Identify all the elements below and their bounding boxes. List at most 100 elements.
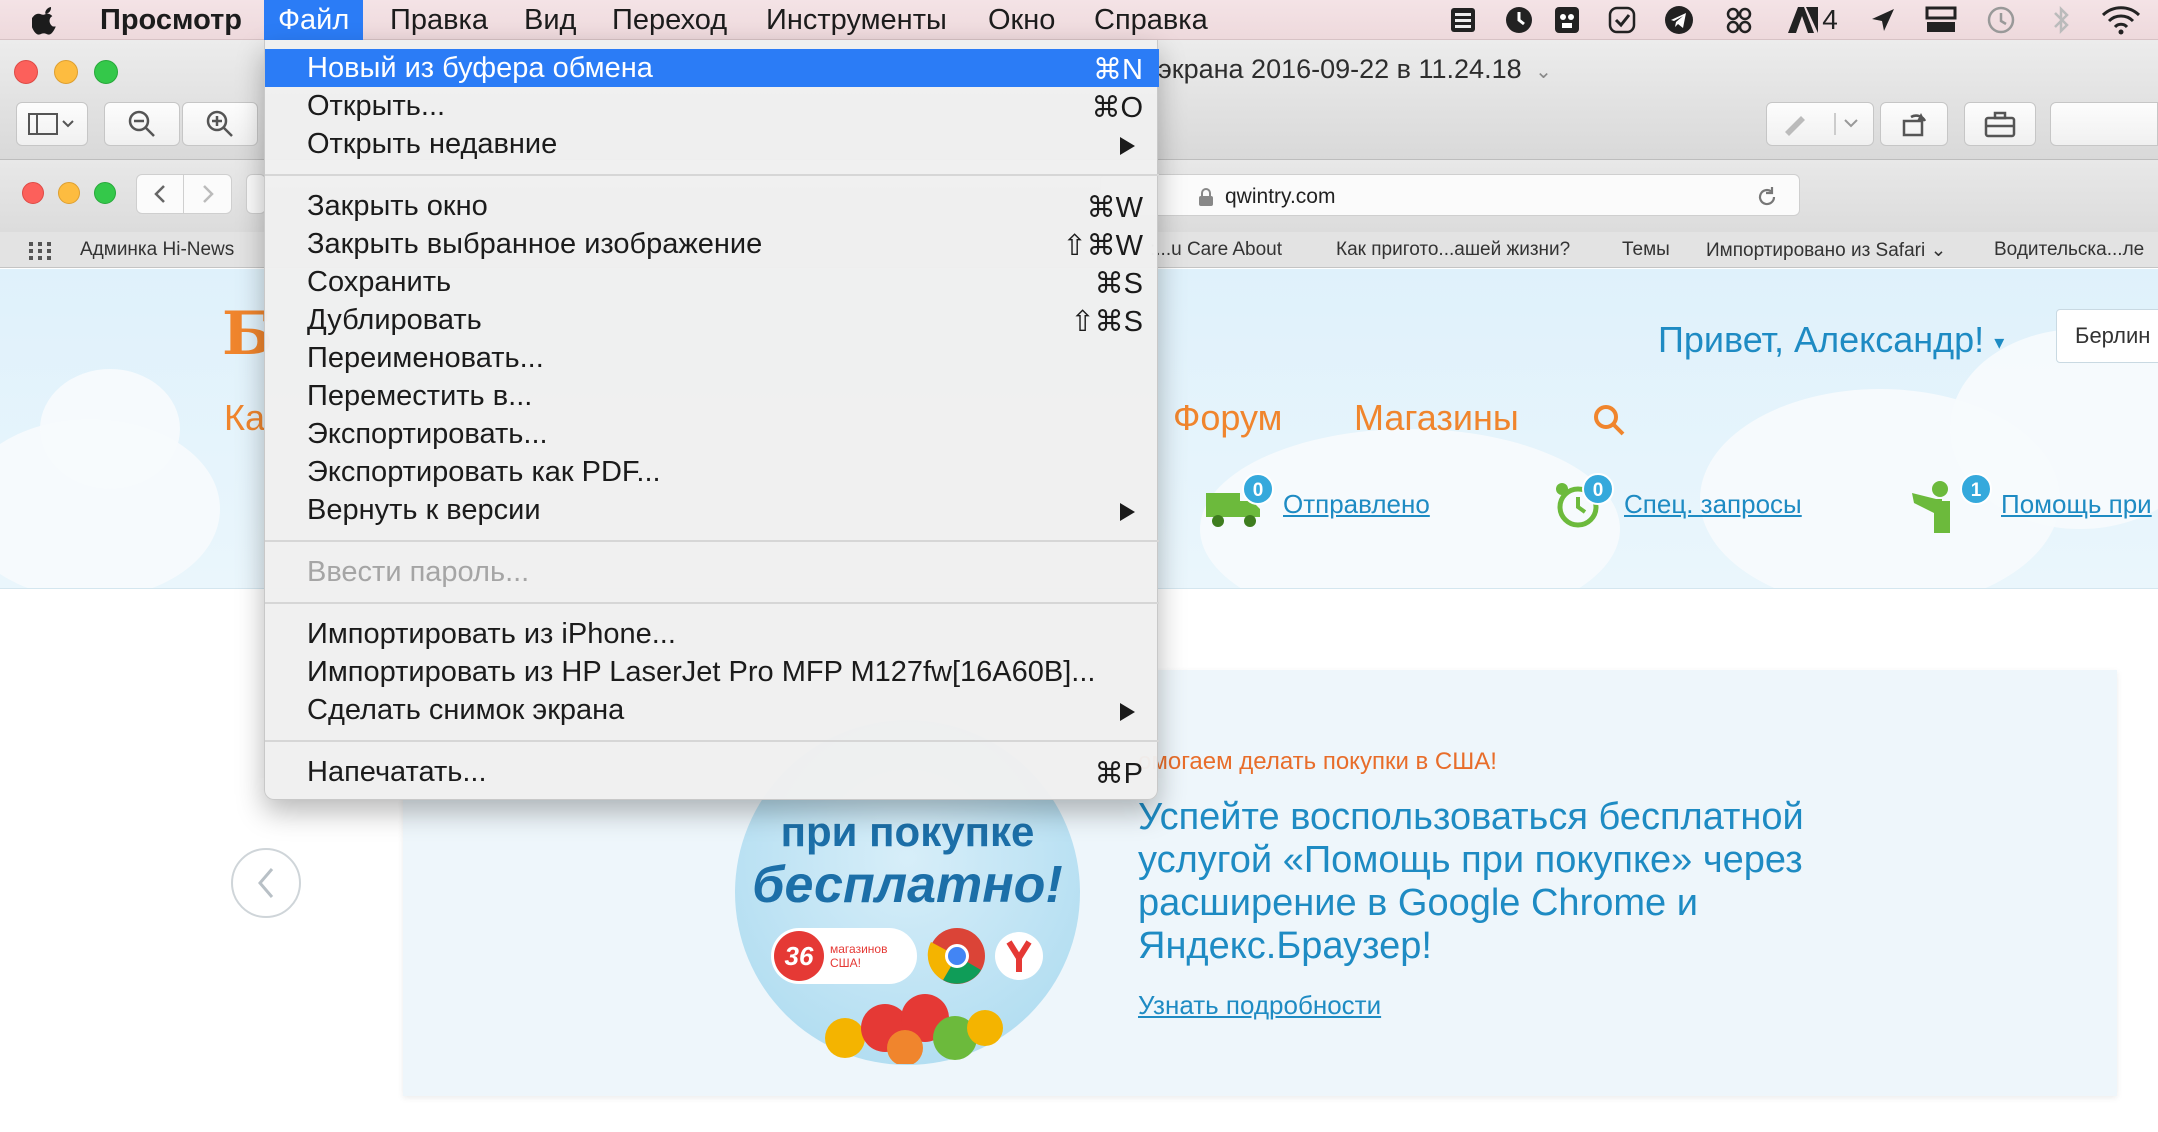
chevron-down-icon: ⌄ [1930, 240, 1947, 261]
yandex-logo-icon [995, 932, 1043, 980]
bookmark-item[interactable]: Как пригото...ашей жизни? [1336, 239, 1570, 261]
help-link[interactable]: Помощь при [2001, 489, 2152, 520]
search-field[interactable] [2050, 102, 2158, 146]
carousel-prev-button[interactable] [231, 848, 301, 918]
menu-item-save[interactable]: Сохранить ⌘S [265, 263, 1159, 301]
time-machine-icon[interactable] [1982, 4, 2020, 36]
nav-shops[interactable]: Магазины [1354, 397, 1519, 439]
menu-edit[interactable]: Правка [376, 0, 502, 40]
zoom-out-button[interactable] [104, 102, 180, 146]
location-arrow-icon[interactable] [1866, 4, 1900, 36]
markup-button[interactable] [1766, 102, 1874, 146]
close-button[interactable] [14, 60, 38, 84]
menu-file[interactable]: Файл [264, 0, 364, 40]
menu-separator [265, 740, 1159, 742]
books-icon[interactable] [1446, 4, 1480, 36]
back-button[interactable] [137, 175, 185, 213]
nav-forum[interactable]: Форум [1173, 397, 1282, 439]
city-selector[interactable]: Берлин [2056, 309, 2158, 363]
adobe-count: 4 [1822, 4, 1838, 35]
sent-link[interactable]: Отправлено [1283, 489, 1430, 520]
safari-zoom-button[interactable] [94, 182, 116, 204]
promo-text: Успейте воспользоваться бесплатной услуг… [1138, 796, 1804, 967]
apple-menu-icon[interactable] [18, 0, 74, 40]
menu-item-import-iphone[interactable]: Импортировать из iPhone... [265, 615, 1159, 653]
address-bar[interactable]: qwintry.com [1100, 174, 1800, 216]
promo-kicker: омогаем делать покупки в США! [1138, 748, 1497, 775]
menu-item-import-scanner[interactable]: Импортировать из HP LaserJet Pro MFP M12… [265, 653, 1159, 691]
menu-item-open[interactable]: Открыть... ⌘O [265, 87, 1159, 125]
bluetooth-icon[interactable] [2046, 4, 2076, 36]
lock-icon [1199, 188, 1213, 206]
helper-person-icon [1912, 481, 1950, 533]
learn-more-link[interactable]: Узнать подробности [1138, 990, 1381, 1021]
menu-item-duplicate[interactable]: Дублировать ⇧⌘S [265, 301, 1159, 339]
promo-image-line1: при покупке [780, 808, 1035, 855]
sidebar-toggle-button[interactable] [16, 102, 88, 146]
menu-bar: Просмотр Файл Правка Вид Переход Инструм… [0, 0, 2158, 40]
time-icon[interactable] [1502, 4, 1536, 36]
window-title: экрана 2016-09-22 в 11.24.18 ⌄ [1158, 54, 1552, 84]
toolbox-button[interactable] [1964, 102, 2036, 146]
submenu-arrow-icon [1120, 503, 1135, 521]
bear-icon[interactable] [1550, 4, 1584, 36]
menu-app-name[interactable]: Просмотр [86, 0, 256, 40]
check-circle-icon[interactable] [1605, 4, 1639, 36]
submenu-arrow-icon [1120, 703, 1135, 721]
sent-count-badge: 0 [1242, 473, 1274, 505]
minimize-button[interactable] [54, 60, 78, 84]
menu-help[interactable]: Справка [1080, 0, 1222, 40]
nav-item[interactable]: Ка [224, 397, 265, 439]
bookmark-item[interactable]: :...u Care About [1150, 239, 1282, 261]
menu-window[interactable]: Окно [974, 0, 1069, 40]
menu-item-move-to[interactable]: Переместить в... [265, 377, 1159, 415]
promo-image-line2: бесплатно! [752, 856, 1063, 914]
file-menu: Новый из буфера обмена ⌘N Открыть... ⌘O … [264, 40, 1159, 800]
menu-item-revert-to[interactable]: Вернуть к версии [265, 491, 1159, 529]
sidebar-button[interactable] [246, 174, 266, 214]
chevron-down-icon[interactable]: ⌄ [1535, 61, 1552, 83]
bookmark-item[interactable]: Темы [1622, 239, 1670, 261]
menu-item-new-from-clipboard[interactable]: Новый из буфера обмена ⌘N [265, 49, 1159, 87]
menu-tools[interactable]: Инструменты [752, 0, 961, 40]
menu-item-enter-password: Ввести пароль... [307, 556, 530, 588]
menu-item-close-window[interactable]: Закрыть окно ⌘W [265, 187, 1159, 225]
chevron-left-icon [258, 868, 274, 898]
search-icon[interactable] [1592, 403, 1626, 437]
grid-icon[interactable] [28, 241, 54, 261]
menu-item-print[interactable]: Напечатать... ⌘P [265, 753, 1159, 791]
safari-close-button[interactable] [22, 182, 44, 204]
chrome-logo-icon [927, 928, 985, 984]
menu-item-rename[interactable]: Переименовать... [265, 339, 1159, 377]
menu-item-export-pdf[interactable]: Экспортировать как PDF... [265, 453, 1159, 491]
nav-buttons [136, 174, 232, 214]
zoom-button[interactable] [94, 60, 118, 84]
user-greeting[interactable]: Привет, Александр! ▾ [1658, 319, 2004, 361]
menu-separator [265, 174, 1159, 176]
submenu-arrow-icon [1120, 137, 1135, 155]
safari-minimize-button[interactable] [58, 182, 80, 204]
bookmark-item[interactable]: Админка Hi-News [80, 239, 234, 261]
menu-item-export[interactable]: Экспортировать... [265, 415, 1159, 453]
requests-count-badge: 0 [1582, 473, 1614, 505]
telegram-icon[interactable] [1662, 4, 1696, 36]
special-requests-link[interactable]: Спец. запросы [1624, 489, 1802, 520]
rotate-button[interactable] [1880, 102, 1948, 146]
reload-icon[interactable] [1755, 185, 1779, 209]
menu-item-open-recent[interactable]: Открыть недавние [265, 125, 1159, 163]
menu-go[interactable]: Переход [598, 0, 741, 40]
drive-icon[interactable] [1922, 4, 1960, 36]
menu-separator [265, 540, 1159, 542]
menu-item-take-screenshot[interactable]: Сделать снимок экрана [265, 691, 1159, 729]
menu-view[interactable]: Вид [510, 0, 590, 40]
wifi-icon[interactable] [2098, 4, 2144, 36]
forward-button[interactable] [184, 175, 231, 213]
adobe-icon[interactable]: 4 [1782, 4, 1842, 36]
bookmark-item[interactable]: Водительска...ле [1994, 239, 2144, 261]
bookmark-folder[interactable]: Импортировано из Safari ⌄ [1706, 239, 1946, 262]
zoom-in-button[interactable] [182, 102, 258, 146]
menu-separator [265, 602, 1159, 604]
scissors-icon[interactable] [1722, 4, 1756, 36]
menu-item-close-selected-image[interactable]: Закрыть выбранное изображение ⇧⌘W [265, 225, 1159, 263]
shops-label: магазинов США! [830, 942, 888, 970]
